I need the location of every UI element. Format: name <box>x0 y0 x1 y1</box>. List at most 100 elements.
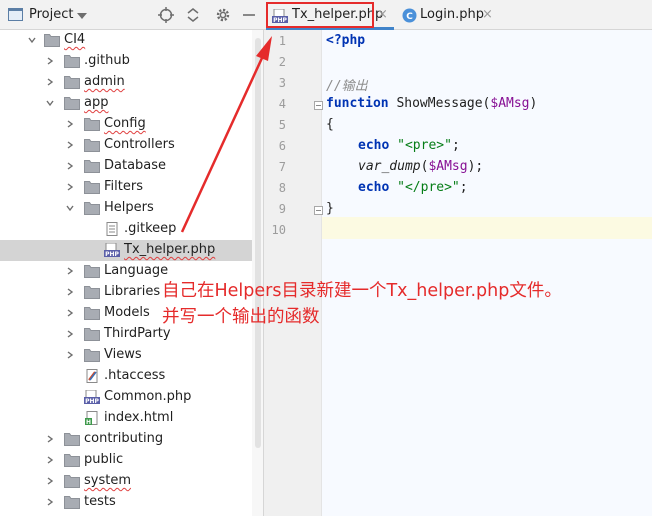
keyword: echo <box>358 180 390 195</box>
tree-item-gitkeep[interactable]: .gitkeep <box>0 219 252 240</box>
chevron-right-icon[interactable] <box>66 120 74 128</box>
tree-item-github[interactable]: .github <box>0 51 252 72</box>
folder-icon <box>84 306 100 320</box>
comment: //输出 <box>326 79 368 94</box>
chevron-right-icon[interactable] <box>46 456 54 464</box>
folder-icon <box>44 33 60 47</box>
fold-start-icon[interactable] <box>314 101 323 110</box>
folder-icon <box>64 474 80 488</box>
punctuation: ; <box>451 138 460 153</box>
close-icon[interactable]: × <box>377 7 388 22</box>
chevron-right-icon[interactable] <box>46 498 54 506</box>
folder-icon <box>64 432 80 446</box>
project-panel-title[interactable]: Project <box>29 7 73 22</box>
chevron-right-icon[interactable] <box>66 351 74 359</box>
tree-item-contributing[interactable]: contributing <box>0 429 252 450</box>
locate-file-icon[interactable] <box>157 6 175 24</box>
tree-item-index-html[interactable]: Hindex.html <box>0 408 252 429</box>
variable: $AMsg <box>490 96 530 111</box>
code-line-3: //输出 <box>326 75 368 96</box>
punctuation: ); <box>467 159 484 174</box>
code-line-9: } <box>326 201 334 222</box>
folder-icon <box>64 453 80 467</box>
text-file-icon <box>104 222 120 236</box>
tree-item-filters[interactable]: Filters <box>0 177 252 198</box>
line-number: 1 <box>278 34 286 48</box>
tree-item-label: index.html <box>104 410 174 425</box>
tree-scrollbar-thumb[interactable] <box>255 38 261 448</box>
tree-item-label: .htaccess <box>104 368 166 383</box>
tree-item-label: .github <box>84 53 130 68</box>
line-number: 2 <box>278 55 286 69</box>
function-name: ShowMessage( <box>388 96 491 111</box>
tree-item-label: contributing <box>84 431 164 446</box>
keyword: function <box>326 96 389 111</box>
tree-item-helpers[interactable]: Helpers <box>0 198 252 219</box>
tree-item-config[interactable]: Config <box>0 114 252 135</box>
tree-item-htaccess[interactable]: .htaccess <box>0 366 252 387</box>
tree-item-public[interactable]: public <box>0 450 252 471</box>
tree-item-controllers[interactable]: Controllers <box>0 135 252 156</box>
folder-icon <box>84 348 100 362</box>
tree-item-tx-helper-php[interactable]: PHP Tx_helper.php <box>0 240 252 261</box>
tree-item-admin[interactable]: admin <box>0 72 252 93</box>
chevron-right-icon[interactable] <box>46 477 54 485</box>
chevron-right-icon[interactable] <box>66 288 74 296</box>
folder-icon <box>64 75 80 89</box>
chevron-right-icon[interactable] <box>46 78 54 86</box>
chevron-right-icon[interactable] <box>66 309 74 317</box>
current-line-highlight <box>264 217 652 239</box>
line-number: 4 <box>278 97 286 111</box>
code-line-6: echo "<pre>"; <box>358 138 460 159</box>
tree-item-app[interactable]: app <box>0 93 252 114</box>
annotation-line-1: 自己在Helpers目录新建一个Tx_helper.php文件。 <box>162 281 562 301</box>
line-number: 8 <box>278 181 286 195</box>
view-dropdown-icon[interactable] <box>77 13 87 19</box>
tree-item-label: .gitkeep <box>124 221 177 236</box>
htaccess-file-icon <box>84 369 100 383</box>
annotation-text: 自己在Helpers目录新建一个Tx_helper.php文件。 并写一个输出的… <box>162 278 648 330</box>
folder-icon <box>84 201 100 215</box>
tree-item-label: Tx_helper.php <box>124 242 216 257</box>
tree-item-tests[interactable]: tests <box>0 492 252 513</box>
chevron-right-icon[interactable] <box>46 57 54 65</box>
folder-icon <box>84 180 100 194</box>
chevron-right-icon[interactable] <box>66 162 74 170</box>
collapse-all-icon[interactable] <box>184 6 202 24</box>
tree-item-label: Libraries <box>104 284 161 299</box>
tree-item-system[interactable]: system <box>0 471 252 492</box>
gear-icon[interactable] <box>214 6 232 24</box>
close-icon[interactable]: × <box>482 7 493 22</box>
tree-item-database[interactable]: Database <box>0 156 252 177</box>
chevron-right-icon[interactable] <box>66 141 74 149</box>
tab-login[interactable]: C Login.php × <box>400 0 500 30</box>
tree-item-label: Helpers <box>104 200 154 215</box>
chevron-down-icon[interactable] <box>66 204 74 212</box>
chevron-right-icon[interactable] <box>66 183 74 191</box>
chevron-right-icon[interactable] <box>46 435 54 443</box>
folder-icon <box>84 264 100 278</box>
tree-item-ci4[interactable]: CI4 <box>0 30 252 51</box>
chevron-down-icon[interactable] <box>46 99 54 107</box>
svg-text:H: H <box>86 419 91 425</box>
chevron-down-icon[interactable] <box>28 36 36 44</box>
folder-icon <box>64 54 80 68</box>
php-open-tag: <?php <box>326 33 366 48</box>
tree-item-label: CI4 <box>64 32 86 47</box>
chevron-right-icon[interactable] <box>66 330 74 338</box>
folder-icon <box>64 96 80 110</box>
minimize-icon[interactable] <box>240 6 258 24</box>
code-line-7: var_dump($AMsg); <box>358 159 483 180</box>
php-class-icon: C <box>402 8 417 23</box>
fold-end-icon[interactable] <box>314 206 323 215</box>
tree-item-views[interactable]: Views <box>0 345 252 366</box>
project-tree: CI4 .github admin app Config Controllers Datab… <box>0 30 252 516</box>
keyword: echo <box>358 138 390 153</box>
chevron-right-icon[interactable] <box>66 267 74 275</box>
folder-icon <box>84 138 100 152</box>
folder-icon <box>84 327 100 341</box>
tree-item-common-php[interactable]: PHP Common.php <box>0 387 252 408</box>
tab-highlight-box <box>266 2 374 28</box>
punctuation: ) <box>529 96 538 111</box>
code-line-4: function ShowMessage($AMsg) <box>326 96 537 117</box>
